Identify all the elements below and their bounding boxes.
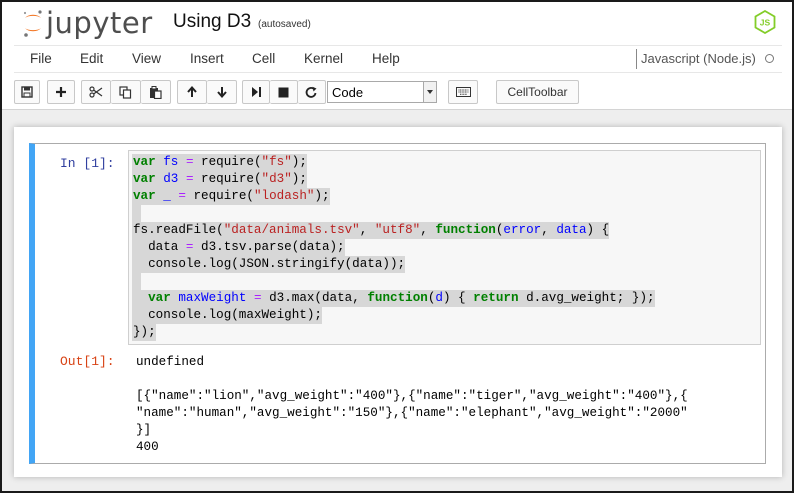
code-line: data = d3.tsv.parse(data);: [132, 239, 345, 256]
kernel-separator: [636, 49, 637, 69]
code-line: [132, 273, 655, 290]
command-palette-button[interactable]: [448, 80, 478, 104]
menu-edit[interactable]: Edit: [80, 51, 103, 66]
move-down-button[interactable]: [207, 80, 237, 104]
notebook-name[interactable]: Using D3: [173, 11, 251, 33]
code-line: });: [132, 324, 156, 341]
run-icon: [252, 87, 261, 97]
kernel-name: Javascript (Node.js): [641, 51, 756, 66]
paste-icon: [150, 85, 162, 99]
code-line: var _ = require("lodash");: [132, 188, 330, 205]
jupyter-wordmark: jupyter: [46, 6, 153, 40]
cell-output: undefined [{"name":"lion","avg_weight":"4…: [136, 354, 688, 456]
plus-icon: [56, 87, 66, 97]
save-icon: [21, 86, 33, 98]
paste-button[interactable]: [141, 80, 171, 104]
save-button[interactable]: [14, 80, 40, 104]
insert-cell-button[interactable]: [47, 80, 75, 104]
output-line: undefined: [136, 355, 205, 369]
kernel-idle-indicator-icon: [765, 54, 774, 63]
restart-kernel-button[interactable]: [298, 80, 326, 104]
cut-icon: [89, 86, 103, 98]
copy-button[interactable]: [111, 80, 141, 104]
arrow-up-icon: [187, 86, 197, 97]
code-line: console.log(JSON.stringify(data));: [132, 256, 406, 273]
code-block: var fs = require("fs"); var d3 = require(…: [132, 154, 655, 341]
jupyter-logo-icon: [23, 10, 42, 37]
chevron-down-icon[interactable]: [423, 82, 436, 102]
interrupt-kernel-button[interactable]: [270, 80, 298, 104]
restart-icon: [305, 86, 317, 98]
code-line: console.log(maxWeight);: [132, 307, 322, 324]
menu-cell[interactable]: Cell: [252, 51, 275, 66]
celltoolbar-button[interactable]: CellToolbar: [496, 80, 579, 104]
jupyter-logo[interactable]: jupyter: [22, 6, 153, 40]
code-editor[interactable]: var fs = require("fs"); var d3 = require(…: [128, 150, 761, 345]
menu-view[interactable]: View: [132, 51, 161, 66]
code-cell[interactable]: In [1]: var fs = require("fs"); var d3 = …: [29, 143, 766, 464]
code-line: [132, 205, 655, 222]
cut-button[interactable]: [81, 80, 111, 104]
output-line: "name":"human","avg_weight":"150"},{"nam…: [136, 406, 688, 420]
stop-icon: [278, 87, 289, 97]
code-line: var d3 = require("d3");: [132, 171, 307, 188]
move-up-button[interactable]: [177, 80, 207, 104]
output-prompt: Out[1]:: [60, 354, 115, 369]
notebook-container: In [1]: var fs = require("fs"); var d3 = …: [14, 127, 782, 477]
output-line: 400: [136, 440, 159, 454]
menu-help[interactable]: Help: [372, 51, 400, 66]
autosave-status: (autosaved): [258, 19, 311, 30]
copy-icon: [119, 85, 132, 99]
output-line: }]: [136, 423, 152, 437]
cell-type-value: Code: [332, 85, 364, 100]
menu-insert[interactable]: Insert: [190, 51, 224, 66]
output-line: [{"name":"lion","avg_weight":"400"},{"na…: [136, 389, 688, 403]
nodejs-kernel-logo-icon: JS: [754, 10, 776, 34]
run-cell-button[interactable]: [242, 80, 270, 104]
code-line: fs.readFile("data/animals.tsv", "utf8", …: [132, 222, 610, 239]
menu-file[interactable]: File: [30, 51, 52, 66]
arrow-down-icon: [216, 87, 227, 98]
keyboard-icon: [455, 87, 471, 97]
cell-type-select[interactable]: Code: [327, 81, 437, 103]
notebook-header: jupyter Using D3 (autosaved) JS File Edi…: [0, 0, 794, 110]
code-line: var fs = require("fs");: [132, 154, 307, 171]
code-line: var maxWeight = d3.max(data, function(d)…: [132, 290, 655, 307]
menu-kernel[interactable]: Kernel: [304, 51, 343, 66]
main-toolbar: Code CellToolbar: [14, 80, 784, 106]
kernel-logo-text: JS: [760, 18, 771, 28]
menubar: File Edit View Insert Cell Kernel Help J…: [14, 45, 782, 73]
input-prompt: In [1]:: [60, 156, 115, 171]
